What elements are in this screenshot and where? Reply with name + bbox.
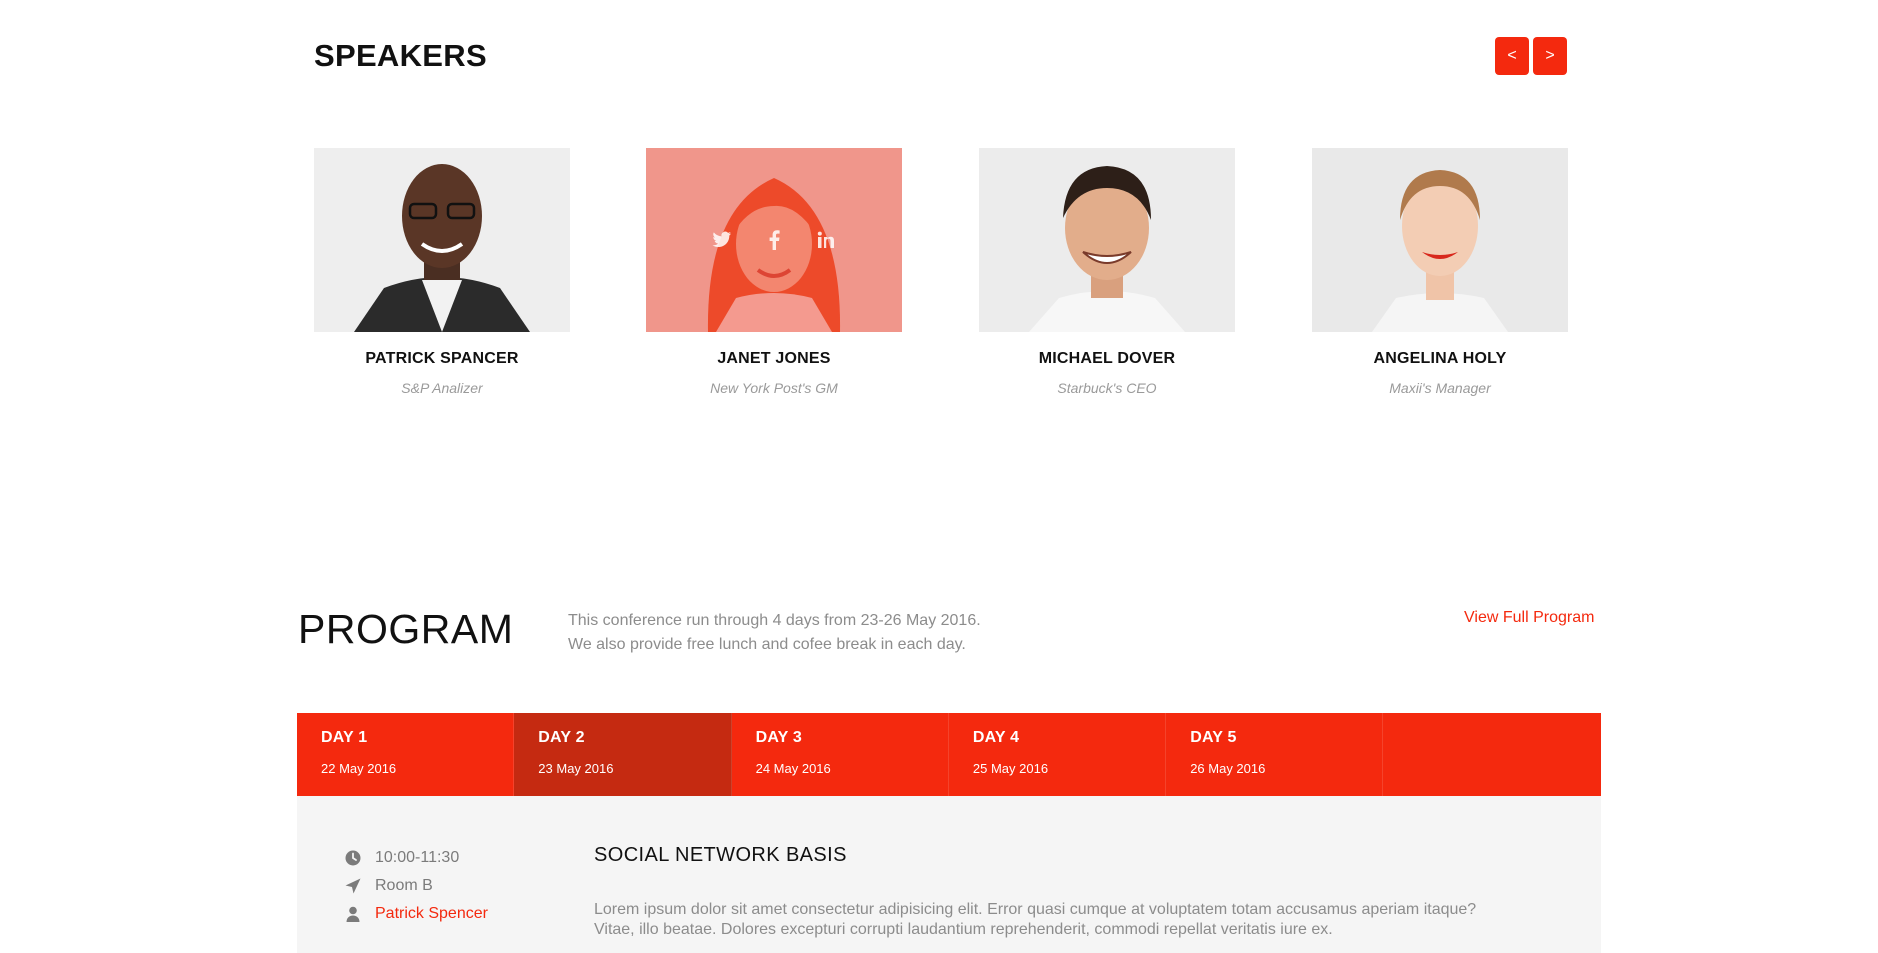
day-name: DAY 1	[321, 729, 368, 746]
speaker-card[interactable]: ANGELINA HOLY Maxii's Manager	[1312, 148, 1568, 396]
clock-icon	[345, 850, 361, 866]
program-description-line: This conference run through 4 days from …	[568, 612, 981, 629]
day-date: 24 May 2016	[755, 761, 831, 776]
speaker-photo[interactable]	[314, 148, 570, 332]
speaker-photo[interactable]	[979, 148, 1235, 332]
session-description: Lorem ipsum dolor sit amet consectetur a…	[594, 900, 1554, 940]
speaker-name: ANGELINA HOLY	[1373, 350, 1507, 367]
speaker-photo-image	[314, 148, 570, 332]
speaker-card[interactable]: PATRICK SPANCER S&P Analizer	[314, 148, 570, 396]
speaker-card[interactable]: JANET JONES New York Post's GM	[646, 148, 902, 396]
tab-day-1[interactable]: DAY 1 22 May 2016	[297, 713, 515, 796]
program-title: PROGRAM	[298, 606, 514, 652]
speaker-photo-image	[1312, 148, 1568, 332]
session-speaker: Patrick Spencer	[345, 900, 488, 928]
facebook-icon[interactable]	[763, 229, 785, 251]
program-description-line: We also provide free lunch and cofee bre…	[568, 636, 966, 653]
day-tabs: DAY 1 22 May 2016 DAY 2 23 May 2016 DAY …	[297, 713, 1601, 796]
day-name: DAY 3	[755, 729, 802, 746]
session-title: SOCIAL NETWORK BASIS	[594, 844, 847, 866]
speaker-role: Starbuck's CEO	[1057, 380, 1157, 396]
session-description-line: Lorem ipsum dolor sit amet consectetur a…	[594, 901, 1477, 918]
speaker-social-overlay	[646, 148, 902, 332]
next-speakers-button[interactable]: >	[1533, 37, 1567, 75]
speaker-name: PATRICK SPANCER	[365, 350, 519, 367]
day-name: DAY 4	[972, 729, 1020, 746]
tab-day-4[interactable]: DAY 4 25 May 2016	[949, 713, 1167, 796]
day-date: 25 May 2016	[972, 761, 1049, 776]
speakers-title: SPEAKERS	[314, 38, 487, 73]
linkedin-icon[interactable]	[815, 229, 837, 251]
speaker-card[interactable]: MICHAEL DOVER Starbuck's CEO	[979, 148, 1235, 396]
session-time-text: 10:00-11:30	[375, 849, 460, 866]
tab-day-3[interactable]: DAY 3 24 May 2016	[732, 713, 949, 796]
day-date: 22 May 2016	[321, 761, 397, 776]
program-description: This conference run through 4 days from …	[568, 609, 981, 657]
user-icon	[345, 906, 361, 922]
tab-day-2[interactable]: DAY 2 23 May 2016	[514, 713, 732, 796]
day-name: DAY 5	[1190, 729, 1237, 746]
session-room-text: Room B	[375, 877, 433, 894]
day-name: DAY 2	[538, 729, 585, 746]
session-panel: 10:00-11:30 Room B Patrick Spencer SOCIA…	[297, 796, 1601, 953]
day-date: 26 May 2016	[1190, 761, 1266, 776]
session-room: Room B	[345, 872, 488, 900]
session-meta: 10:00-11:30 Room B Patrick Spencer	[345, 844, 488, 928]
tab-day-5[interactable]: DAY 5 26 May 2016	[1166, 713, 1384, 796]
session-description-line: Vitae, illo beatae. Dolores excepturi co…	[594, 921, 1333, 938]
speakers-carousel-nav: < >	[1495, 37, 1567, 75]
speaker-role: Maxii's Manager	[1389, 380, 1491, 396]
prev-speakers-button[interactable]: <	[1495, 37, 1529, 75]
speaker-photo[interactable]	[646, 148, 902, 332]
speaker-role: S&P Analizer	[401, 380, 483, 396]
session-time: 10:00-11:30	[345, 844, 488, 872]
speaker-photo-image	[979, 148, 1235, 332]
speaker-name: JANET JONES	[717, 350, 831, 367]
twitter-icon[interactable]	[711, 229, 733, 251]
view-full-program-link[interactable]: View Full Program	[1464, 609, 1594, 627]
speaker-photo[interactable]	[1312, 148, 1568, 332]
day-date: 23 May 2016	[538, 761, 614, 776]
location-arrow-icon	[345, 878, 361, 894]
session-speaker-link[interactable]: Patrick Spencer	[375, 905, 488, 923]
tab-empty	[1383, 713, 1600, 796]
speaker-name: MICHAEL DOVER	[1038, 350, 1176, 367]
speaker-role: New York Post's GM	[710, 380, 838, 396]
